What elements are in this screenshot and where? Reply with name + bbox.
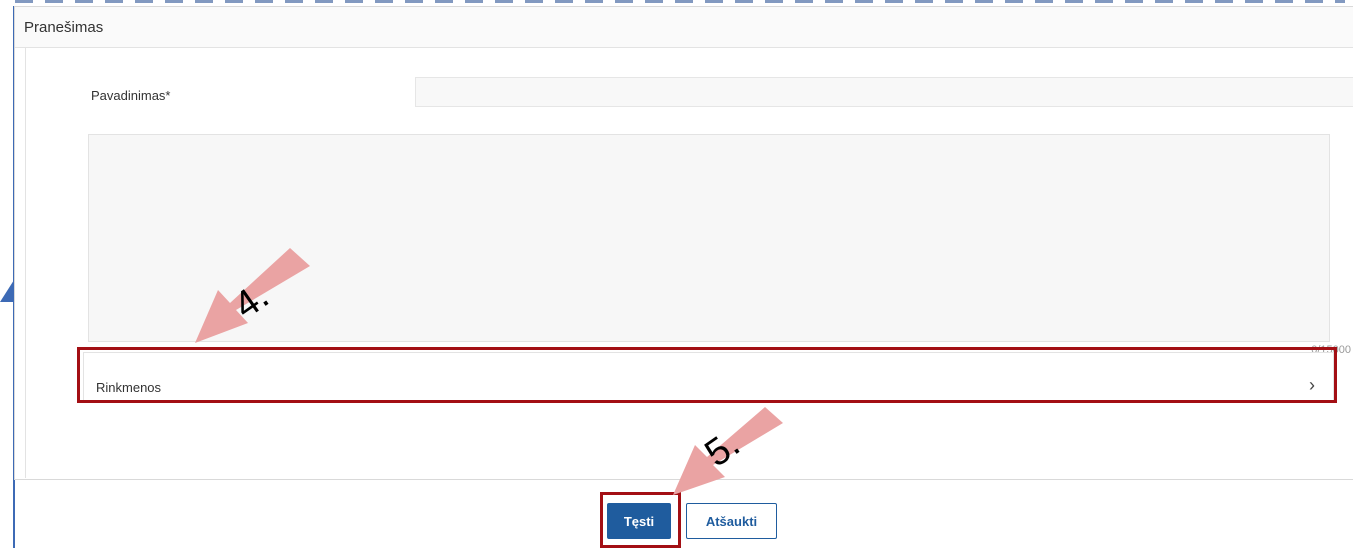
panel-header: Pranešimas bbox=[15, 7, 1353, 48]
name-input[interactable] bbox=[415, 77, 1353, 107]
frame-arrow-decoration bbox=[0, 280, 14, 302]
continue-highlight-box bbox=[600, 492, 681, 548]
cropped-heading-fragment bbox=[15, 0, 1345, 3]
files-highlight-box bbox=[77, 347, 1337, 403]
panel-title: Pranešimas bbox=[24, 18, 104, 36]
name-label: Pavadinimas* bbox=[91, 88, 171, 103]
cancel-button[interactable]: Atšaukti bbox=[686, 503, 777, 539]
